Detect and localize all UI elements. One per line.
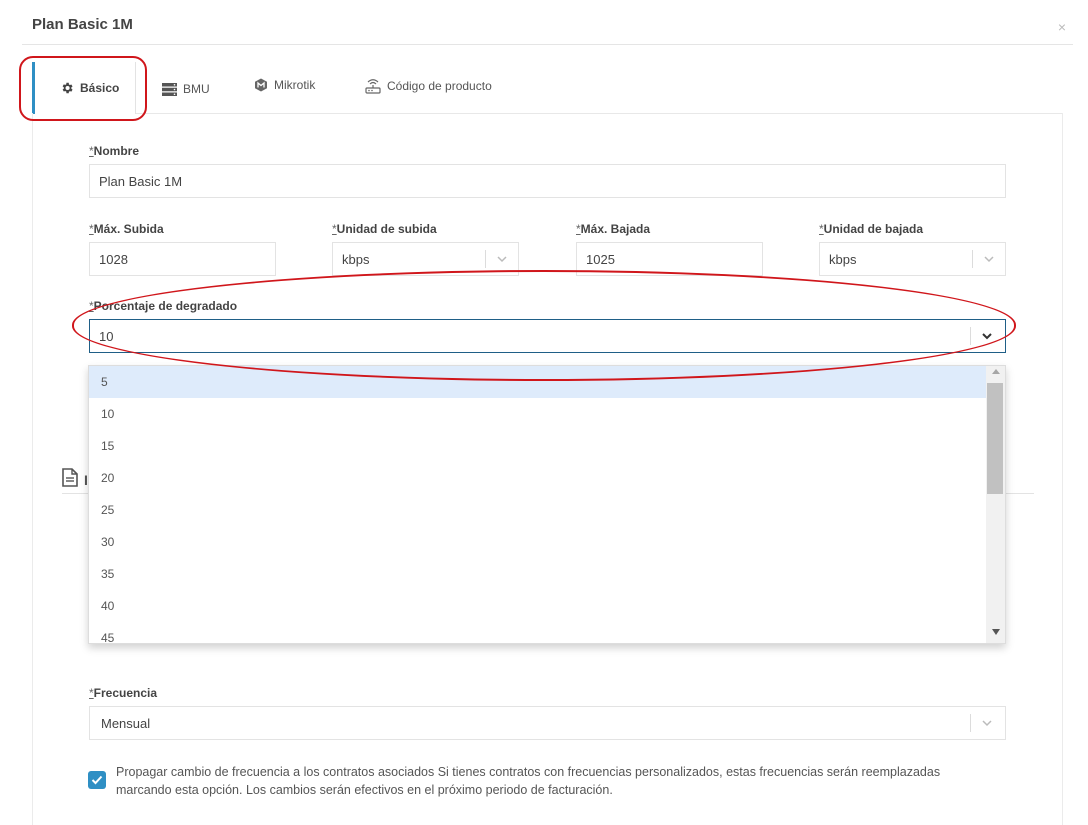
porcentaje-label: *Porcentaje de degradado [89, 299, 238, 313]
checkmark-icon [91, 775, 103, 785]
max-subida-input[interactable]: 1028 [89, 242, 276, 276]
unidad-bajada-label: *Unidad de bajada [819, 222, 924, 236]
dropdown-option[interactable]: 25 [89, 494, 987, 526]
tab-label: Básico [80, 81, 120, 95]
dropdown-options: 5 10 15 20 25 30 35 40 45 [89, 366, 1005, 643]
propagar-checkbox[interactable] [88, 771, 106, 789]
gear-icon [60, 81, 74, 95]
chevron-down-icon [982, 720, 992, 727]
scroll-up-arrow-icon[interactable] [992, 369, 1000, 374]
header-divider [22, 44, 1073, 45]
dropdown-scrollbar[interactable] [986, 366, 1005, 643]
chevron-down-icon [982, 333, 992, 340]
tab-mikrotik[interactable]: Mikrotik [254, 59, 315, 111]
tab-basico[interactable]: Básico [32, 62, 136, 114]
tab-bmu[interactable]: BMU [162, 63, 210, 115]
porcentaje-dropdown[interactable]: 5 10 15 20 25 30 35 40 45 [88, 365, 1006, 644]
document-icon [62, 468, 78, 492]
max-bajada-label: *Máx. Bajada [576, 222, 651, 236]
nombre-label: *Nombre [89, 144, 140, 158]
scrollbar-thumb[interactable] [987, 383, 1003, 494]
unidad-bajada-select[interactable]: kbps [819, 242, 1006, 276]
dropdown-option[interactable]: 30 [89, 526, 987, 558]
chevron-down-icon [984, 256, 994, 263]
tab-label: BMU [183, 82, 210, 96]
tab-label: Mikrotik [274, 78, 316, 92]
unidad-subida-label: *Unidad de subida [332, 222, 437, 236]
tab-label: Código de producto [387, 79, 492, 93]
chevron-down-icon [497, 256, 507, 263]
propagar-text: Propagar cambio de frecuencia a los cont… [116, 765, 941, 797]
scroll-down-arrow-icon[interactable] [992, 629, 1000, 635]
tab-bar: Básico BMU Mikrotik Código de producto [32, 62, 1062, 114]
max-bajada-input[interactable]: 1025 [576, 242, 763, 276]
porcentaje-select[interactable]: 10 [89, 319, 1006, 353]
unidad-subida-select[interactable]: kbps [332, 242, 519, 276]
dropdown-option[interactable]: 45 [89, 622, 987, 643]
nombre-input[interactable]: Plan Basic 1M [89, 164, 1006, 198]
close-icon[interactable]: × [1058, 19, 1066, 35]
tab-codigo-producto[interactable]: Código de producto [365, 60, 492, 112]
dropdown-option[interactable]: 40 [89, 590, 987, 622]
router-icon [365, 78, 381, 94]
dropdown-option[interactable]: 35 [89, 558, 987, 590]
frecuencia-label: *Frecuencia [89, 686, 158, 700]
frecuencia-select[interactable]: Mensual [89, 706, 1006, 740]
dropdown-option[interactable]: 15 [89, 430, 987, 462]
mikrotik-icon [254, 78, 268, 92]
dropdown-option[interactable]: 5 [89, 366, 987, 398]
dropdown-option[interactable]: 10 [89, 398, 987, 430]
max-subida-label: *Máx. Subida [89, 222, 164, 236]
modal-title: Plan Basic 1M [32, 16, 133, 33]
server-icon [162, 82, 177, 96]
dropdown-option[interactable]: 20 [89, 462, 987, 494]
